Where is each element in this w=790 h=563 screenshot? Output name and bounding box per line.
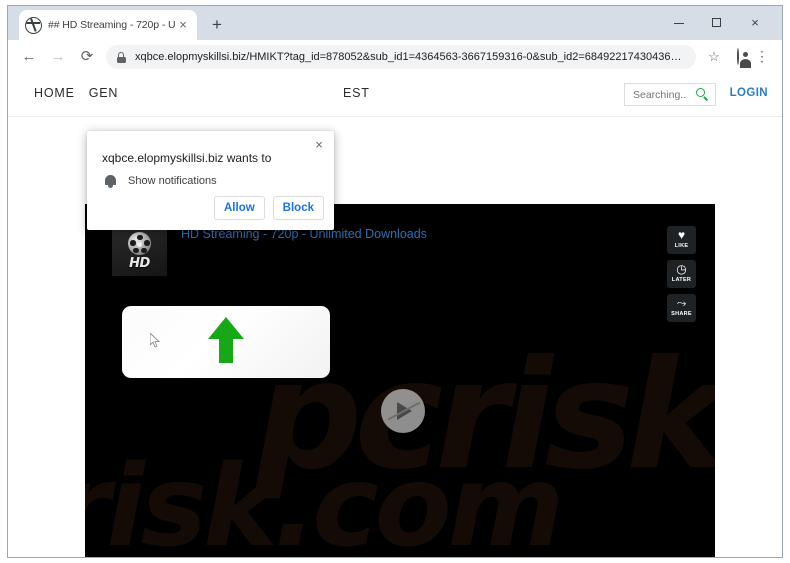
site-menu: HOME GEN — [34, 86, 132, 100]
clock-icon: ◷ — [676, 262, 687, 276]
like-button[interactable]: ♥ LIKE — [667, 226, 696, 254]
mouse-pointer-icon — [150, 333, 161, 348]
profile-avatar-icon[interactable] — [726, 45, 750, 69]
video-thumbnail: HD — [112, 229, 167, 276]
new-tab-button[interactable]: + — [206, 15, 228, 37]
tab-strip: ## HD Streaming - 720p - Unlim × + × — [8, 6, 782, 40]
thumbnail-label: HD — [129, 256, 150, 271]
site-menu-right: EST — [343, 86, 384, 100]
minimize-button[interactable] — [664, 12, 694, 34]
window-close-button[interactable]: × — [740, 12, 770, 34]
popup-actions: Allow Block — [214, 196, 324, 220]
share-icon: ⤳ — [676, 296, 687, 310]
notification-permission-popup: × xqbce.elopmyskillsi.biz wants to Show … — [87, 131, 334, 230]
popup-permission-label: Show notifications — [128, 175, 217, 187]
forward-icon[interactable]: → — [45, 44, 71, 70]
search-box[interactable] — [624, 83, 716, 106]
share-label: SHARE — [671, 311, 692, 317]
bell-icon — [102, 173, 118, 189]
tab-title: ## HD Streaming - 720p - Unlim — [48, 19, 175, 31]
later-button[interactable]: ◷ LATER — [667, 260, 696, 288]
globe-icon — [25, 16, 42, 34]
allow-lure-overlay[interactable] — [122, 306, 330, 378]
allow-button[interactable]: Allow — [214, 196, 265, 220]
browser-window: ## HD Streaming - 720p - Unlim × + × ← →… — [7, 5, 783, 558]
lock-icon — [112, 48, 130, 66]
address-bar[interactable]: xqbce.elopmyskillsi.biz/HMIKT?tag_id=878… — [106, 45, 696, 69]
center-play-button[interactable] — [381, 389, 425, 433]
close-icon[interactable]: × — [175, 17, 191, 33]
video-player: pcrisk risk.com HD HD Streaming - 720p -… — [85, 204, 715, 557]
like-label: LIKE — [674, 243, 689, 249]
share-button[interactable]: ⤳ SHARE — [667, 294, 696, 322]
nav-item-est[interactable]: EST — [343, 86, 370, 100]
login-link[interactable]: LOGIN — [730, 87, 768, 99]
back-icon[interactable]: ← — [16, 44, 42, 70]
chrome-menu-icon[interactable]: ⋮ — [750, 45, 774, 69]
popup-title: xqbce.elopmyskillsi.biz wants to — [102, 151, 272, 165]
heart-icon: ♥ — [677, 228, 686, 242]
browser-tab[interactable]: ## HD Streaming - 720p - Unlim × — [19, 10, 197, 40]
search-icon[interactable] — [696, 88, 709, 101]
popup-close-icon[interactable]: × — [310, 136, 328, 154]
url-text: xqbce.elopmyskillsi.biz/HMIKT?tag_id=878… — [135, 51, 686, 63]
green-up-arrow-icon — [208, 317, 244, 363]
film-reel-icon — [125, 232, 152, 257]
reload-icon[interactable]: ⟳ — [74, 44, 100, 70]
browser-toolbar: ← → ⟳ xqbce.elopmyskillsi.biz/HMIKT?tag_… — [8, 40, 782, 74]
search-input[interactable] — [631, 87, 696, 102]
site-navbar: HOME GEN EST LOGIN — [8, 74, 782, 117]
later-label: LATER — [671, 277, 692, 283]
bookmark-star-icon[interactable]: ☆ — [702, 45, 726, 69]
watermark-bottom: risk.com — [85, 442, 564, 557]
page-viewport: HOMEGEN EST LOGIN pcrisk risk.com — [8, 74, 782, 557]
nav-item-gen[interactable]: GEN — [89, 86, 119, 100]
nav-item-home[interactable]: HOME — [34, 86, 75, 100]
maximize-button[interactable] — [702, 12, 732, 34]
popup-permission-row: Show notifications — [102, 173, 217, 189]
video-actions: ♥ LIKE ◷ LATER ⤳ SHARE — [667, 226, 696, 328]
block-button[interactable]: Block — [272, 196, 324, 220]
